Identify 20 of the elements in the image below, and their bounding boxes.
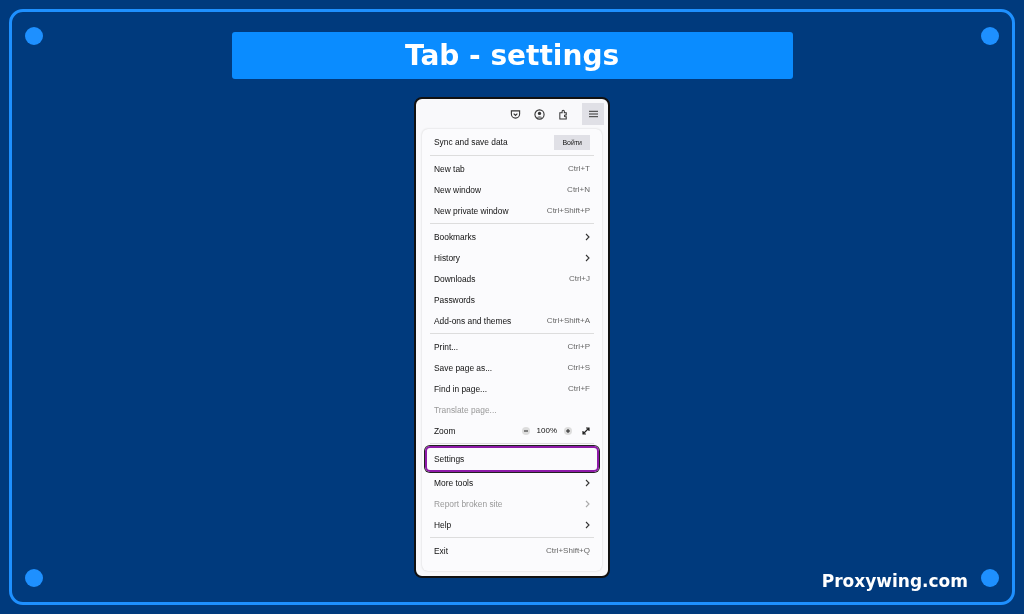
menu-item[interactable]: Exit Ctrl+Shift+Q: [430, 540, 594, 561]
menu-item[interactable]: Print... Ctrl+P: [430, 336, 594, 357]
menu-item[interactable]: Passwords: [430, 289, 594, 310]
zoom-level: 100%: [536, 426, 557, 435]
sync-label: Sync and save data: [434, 137, 508, 147]
menu-item[interactable]: Help: [430, 514, 594, 535]
menu-item[interactable]: Zoom 100%: [430, 420, 594, 441]
menu-item[interactable]: New tab Ctrl+T: [430, 158, 594, 179]
menu-item[interactable]: Bookmarks: [430, 226, 594, 247]
menu-item[interactable]: Downloads Ctrl+J: [430, 268, 594, 289]
menu-item[interactable]: History: [430, 247, 594, 268]
menu-item[interactable]: More tools: [430, 472, 594, 493]
menu-item[interactable]: New private window Ctrl+Shift+P: [430, 200, 594, 221]
menu-item[interactable]: Settings: [425, 446, 599, 472]
menu-item[interactable]: New window Ctrl+N: [430, 179, 594, 200]
menu-item[interactable]: Find in page... Ctrl+F: [430, 378, 594, 399]
title-banner: Tab - settings: [231, 32, 793, 79]
menu-item[interactable]: Save page as... Ctrl+S: [430, 357, 594, 378]
menu-item[interactable]: Add-ons and themes Ctrl+Shift+A: [430, 310, 594, 331]
site-name: Proxywing.com: [821, 571, 968, 591]
